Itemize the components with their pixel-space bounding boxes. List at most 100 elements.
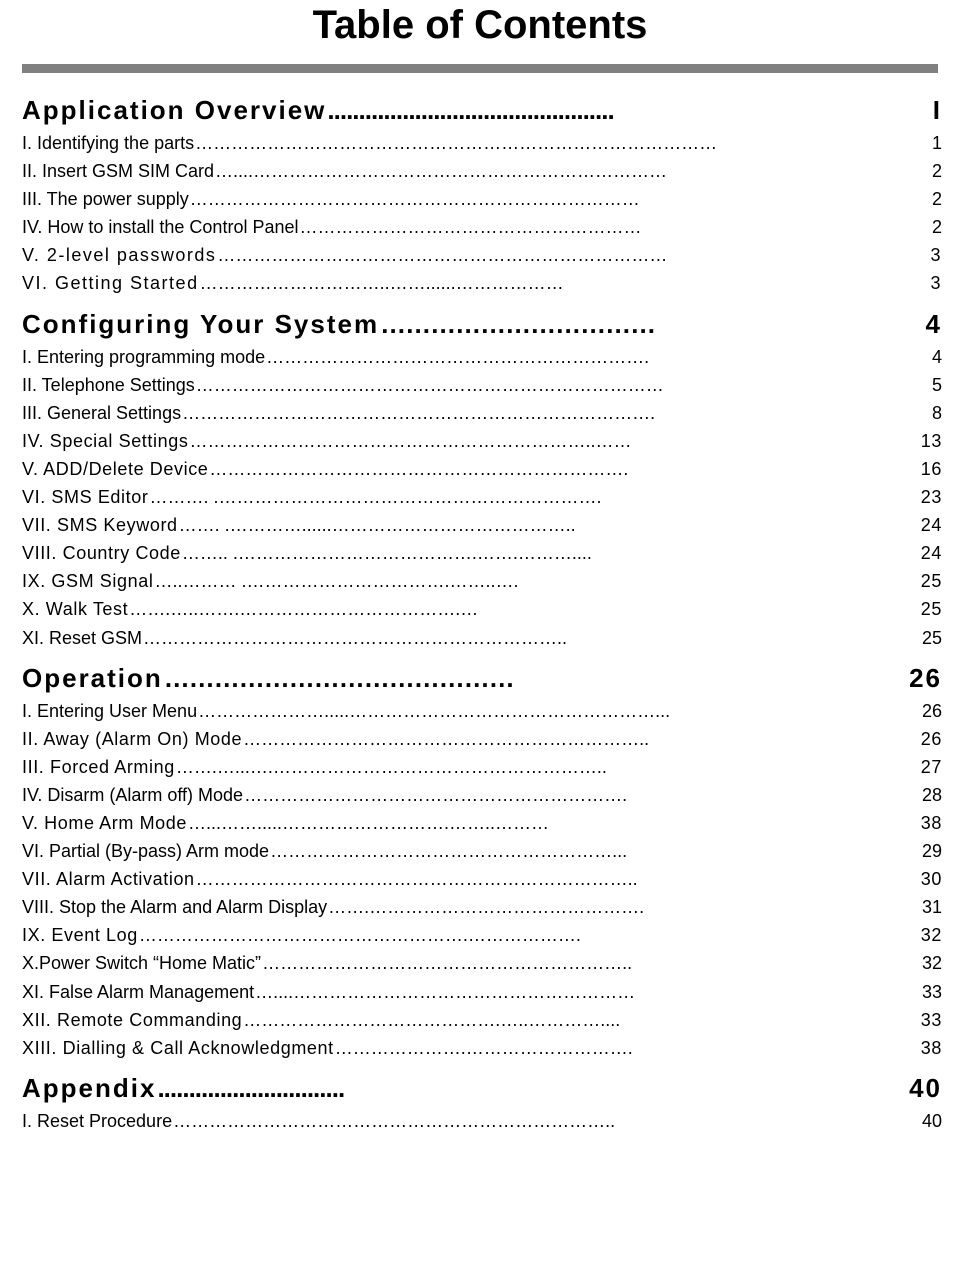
toc-leader: …....…………………………………………………………… xyxy=(215,161,668,182)
toc-entry-page: 3 xyxy=(930,245,942,266)
toc-entry-page: 25 xyxy=(921,627,942,648)
toc-entry-page: 26 xyxy=(920,728,942,749)
toc-section-title: Application Overview xyxy=(22,95,327,125)
toc-section-heading: Operation …………………………………… 26 xyxy=(22,663,942,694)
toc-entry: V. Home Arm Mode …...…….....……………………….……… xyxy=(22,810,942,836)
table-of-contents: Application Overview ...................… xyxy=(0,95,960,1134)
toc-entry-page: 24 xyxy=(920,543,942,564)
toc-leader: ………………….....……………………………………………... xyxy=(198,700,671,721)
toc-entry-page: 23 xyxy=(920,487,942,508)
toc-leader: ………………………………………………………. xyxy=(244,784,628,805)
toc-entry-page: 2 xyxy=(931,161,942,182)
toc-leader: …………………………………………………………………………… xyxy=(195,133,718,153)
toc-section-page: 26 xyxy=(909,662,942,693)
toc-leader: ………. .………………………………………………………. xyxy=(149,487,602,508)
toc-entry: I. Entering User Menu ………………….....………………… xyxy=(22,698,942,724)
toc-leader: …………………………………………………... xyxy=(270,841,628,862)
toc-leader: …………………………………………………………..…… xyxy=(189,430,632,451)
toc-entry-page: 40 xyxy=(921,1110,942,1131)
toc-leader: ……………………………………………………………….. xyxy=(195,869,638,890)
toc-entry-label: XI. Reset GSM xyxy=(22,627,143,648)
toc-entry-label: V. 2-level passwords xyxy=(22,245,217,266)
toc-leader: …………………………………… xyxy=(163,662,515,693)
toc-entry: IV. How to install the Control Panel ………… xyxy=(22,214,942,240)
toc-entry-label: VI. SMS Editor xyxy=(22,487,149,508)
toc-leader: ……………………………………………………………. xyxy=(209,458,629,479)
toc-leader: ………………….………………………. xyxy=(334,1037,633,1058)
toc-leader: …….………………………………………. xyxy=(328,897,645,918)
toc-leader: …...…….....……………………….……..……… xyxy=(188,812,550,833)
toc-entry-page: 4 xyxy=(931,346,942,367)
toc-leader: ……. .…………......………………………………….. xyxy=(178,515,576,536)
title-divider xyxy=(22,64,938,73)
toc-leader: …………………………………………………………….. xyxy=(143,627,568,648)
toc-leader: ………………………………………………………. xyxy=(266,346,650,367)
toc-entry-page: 38 xyxy=(920,1037,942,1058)
toc-entry-label: I. Entering programming mode xyxy=(22,346,266,367)
toc-entry-page: 24 xyxy=(920,515,942,536)
toc-entry-page: 38 xyxy=(920,812,942,833)
toc-entry-page: 2 xyxy=(931,189,942,210)
toc-entry-label: V. Home Arm Mode xyxy=(22,812,187,833)
toc-entry-label: I. Identifying the parts xyxy=(22,133,195,153)
toc-leader: ………………………………………………… xyxy=(299,217,642,238)
toc-leader: ........................................… xyxy=(327,95,614,125)
toc-entry-page: 3 xyxy=(930,273,942,294)
toc-entry: IV. Disarm (Alarm off) Mode ………………………………… xyxy=(22,782,942,808)
toc-entry-label: I. Entering User Menu xyxy=(22,700,198,721)
toc-entry: XI. False Alarm Management …....……………………… xyxy=(22,979,942,1005)
toc-entry-label: XII. Remote Commanding xyxy=(22,1009,243,1030)
toc-entry-label: IV. Special Settings xyxy=(22,430,189,451)
toc-leader: ………………………………………………………….. xyxy=(243,728,650,749)
toc-entry: I. Reset Procedure ………………………………………………………… xyxy=(22,1108,942,1134)
toc-entry-label: XI. False Alarm Management xyxy=(22,981,255,1002)
toc-entry-label: III. General Settings xyxy=(22,402,182,423)
toc-leader: …………………………..……......……………… xyxy=(199,273,564,294)
page-title: Table of Contents xyxy=(312,3,648,47)
toc-entry-label: VIII. Stop the Alarm and Alarm Display xyxy=(22,897,328,918)
toc-entry: III. Forced Arming …….…...….………………………………… xyxy=(22,754,942,780)
toc-entry: II. Away (Alarm On) Mode ………………………………………… xyxy=(22,726,942,752)
toc-entry: I. Entering programming mode ……………………………… xyxy=(22,344,942,370)
toc-entry-label: I. Reset Procedure xyxy=(22,1110,173,1131)
toc-leader: …………………………… xyxy=(380,308,656,339)
toc-leader: …………………………………………………….. xyxy=(262,953,633,974)
toc-leader: ……………………………………………………………….. xyxy=(173,1110,616,1131)
toc-entry-label: X. Walk Test xyxy=(22,599,129,620)
toc-entry-page: 32 xyxy=(921,953,942,974)
toc-section-page: 40 xyxy=(909,1072,942,1103)
toc-entry-label: III. The power supply xyxy=(22,189,189,210)
toc-section-page: I xyxy=(932,95,942,125)
toc-entry: VI. Partial (By-pass) Arm mode ………………………… xyxy=(22,838,942,864)
toc-entry: V. 2-level passwords …………………………………………………… xyxy=(22,242,942,268)
toc-entry: II. Telephone Settings ……………………………………………… xyxy=(22,372,942,398)
toc-entry: VIII. Country Code …….. .………………………………….…… xyxy=(22,540,942,566)
toc-entry-page: 16 xyxy=(920,458,942,479)
toc-entry-label: VI. Getting Started xyxy=(22,273,199,294)
toc-leader: …..……… .…………………………….……..…. xyxy=(154,571,519,592)
toc-entry: XII. Remote Commanding …………………………………….….… xyxy=(22,1007,942,1033)
toc-entry-label: XIII. Dialling & Call Acknowledgment xyxy=(22,1037,334,1058)
toc-entry: III. The power supply ………………………………………………… xyxy=(22,186,942,212)
toc-entry: IV. Special Settings …………………………………………………… xyxy=(22,428,942,454)
toc-leader: .............................. xyxy=(157,1072,345,1103)
toc-entry: X.Power Switch “Home Matic” ………………………………… xyxy=(22,950,942,976)
toc-entry: VII. SMS Keyword ……. .…………......……………………… xyxy=(22,512,942,538)
toc-leader: ………………………………………………………………… xyxy=(189,189,640,210)
toc-entry-page: 25 xyxy=(920,599,942,620)
toc-entry-page: 8 xyxy=(931,402,942,423)
toc-entry: VIII. Stop the Alarm and Alarm Display …… xyxy=(22,894,942,920)
toc-entry-page: 32 xyxy=(920,925,942,946)
toc-entry-page: 33 xyxy=(920,1009,942,1030)
toc-entry: VI. SMS Editor ………. .…………………………………………………… xyxy=(22,484,942,510)
toc-entry: VI. Getting Started …………………………..……......… xyxy=(22,270,942,296)
toc-section-heading: Appendix .............................. … xyxy=(22,1073,942,1104)
toc-leader: …….. .………………………………….…….……….... xyxy=(181,543,592,564)
toc-section-title: Appendix xyxy=(22,1072,157,1103)
toc-leader: …….…...….……………………………………………….. xyxy=(175,756,607,777)
toc-section-heading: Application Overview ...................… xyxy=(22,95,942,126)
toc-entry-label: II. Insert GSM SIM Card xyxy=(22,161,215,182)
toc-entry-page: 28 xyxy=(921,784,942,805)
toc-entry: V. ADD/Delete Device …………………………………………………… xyxy=(22,456,942,482)
toc-entry-page: 26 xyxy=(921,700,942,721)
